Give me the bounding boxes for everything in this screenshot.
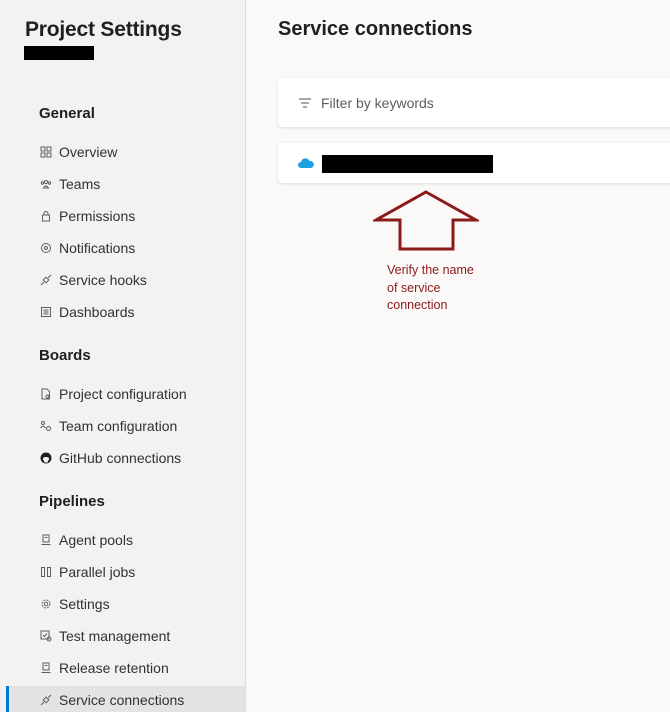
service-connection-row[interactable] [278, 143, 670, 183]
cloud-icon [297, 157, 315, 169]
teams-icon [39, 177, 53, 191]
sidebar-item-team-configuration[interactable]: Team configuration [6, 412, 245, 440]
section-header-boards: Boards [39, 347, 91, 364]
filter-icon [298, 96, 312, 110]
sidebar-item-label: GitHub connections [59, 450, 182, 466]
sidebar-item-label: Release retention [59, 660, 169, 676]
sidebar-item-overview[interactable]: Overview [6, 138, 245, 166]
sidebar-item-github-connections[interactable]: GitHub connections [6, 444, 245, 472]
filter-input[interactable] [321, 94, 621, 111]
sidebar-item-label: Settings [59, 596, 110, 612]
annotation-text: Verify the name of service connection [387, 262, 507, 315]
section-header-general: General [39, 105, 95, 122]
annotation-line: of service [387, 280, 441, 295]
agent-icon [39, 533, 53, 547]
section-header-pipelines: Pipelines [39, 493, 105, 510]
sidebar-item-label: Agent pools [59, 532, 133, 548]
parallel-icon [39, 565, 53, 579]
team-gear-icon [39, 419, 53, 433]
plug-icon [39, 273, 53, 287]
dashboard-icon [39, 305, 53, 319]
sidebar-item-permissions[interactable]: Permissions [6, 202, 245, 230]
overview-icon [39, 145, 53, 159]
sidebar-item-settings[interactable]: Settings [6, 590, 245, 618]
annotation-arrow-icon [373, 190, 479, 251]
retention-icon [39, 661, 53, 675]
sidebar-item-dashboards[interactable]: Dashboards [6, 298, 245, 326]
gear-icon [39, 597, 53, 611]
sidebar-item-service-connections[interactable]: Service connections [6, 686, 245, 712]
sidebar-item-agent-pools[interactable]: Agent pools [6, 526, 245, 554]
sidebar-item-service-hooks[interactable]: Service hooks [6, 266, 245, 294]
annotation-line: Verify the name [387, 263, 474, 277]
sidebar-item-label: Project configuration [59, 386, 187, 402]
annotation-line: connection [387, 298, 448, 312]
github-icon [39, 451, 53, 465]
page-title: Service connections [278, 18, 473, 40]
document-gear-icon [39, 387, 53, 401]
sidebar-item-label: Permissions [59, 208, 136, 224]
sidebar-item-test-management[interactable]: Test management [6, 622, 245, 650]
sidebar-item-label: Parallel jobs [59, 564, 136, 580]
sidebar-item-notifications[interactable]: Notifications [6, 234, 245, 262]
project-title: Project Settings [25, 18, 182, 41]
sidebar-item-release-retention[interactable]: Release retention [6, 654, 245, 682]
sidebar-item-label: Notifications [59, 240, 136, 256]
sidebar: Project Settings General Overview Teams … [0, 0, 246, 712]
notification-icon [39, 241, 53, 255]
plug-icon [39, 693, 53, 707]
lock-icon [39, 209, 53, 223]
sidebar-item-parallel-jobs[interactable]: Parallel jobs [6, 558, 245, 586]
sidebar-item-label: Team configuration [59, 418, 178, 434]
sidebar-item-label: Overview [59, 144, 118, 160]
sidebar-item-project-configuration[interactable]: Project configuration [6, 380, 245, 408]
sidebar-item-label: Test management [59, 628, 171, 644]
sidebar-item-label: Service hooks [59, 272, 147, 288]
sidebar-item-teams[interactable]: Teams [6, 170, 245, 198]
sidebar-item-label: Service connections [59, 692, 185, 708]
redacted-connection-name [322, 155, 493, 173]
test-icon [39, 629, 53, 643]
sidebar-item-label: Teams [59, 176, 101, 192]
main-content: Service connections [247, 0, 670, 712]
redacted-project-name [24, 46, 94, 60]
filter-bar[interactable] [278, 78, 670, 127]
sidebar-item-label: Dashboards [59, 304, 135, 320]
